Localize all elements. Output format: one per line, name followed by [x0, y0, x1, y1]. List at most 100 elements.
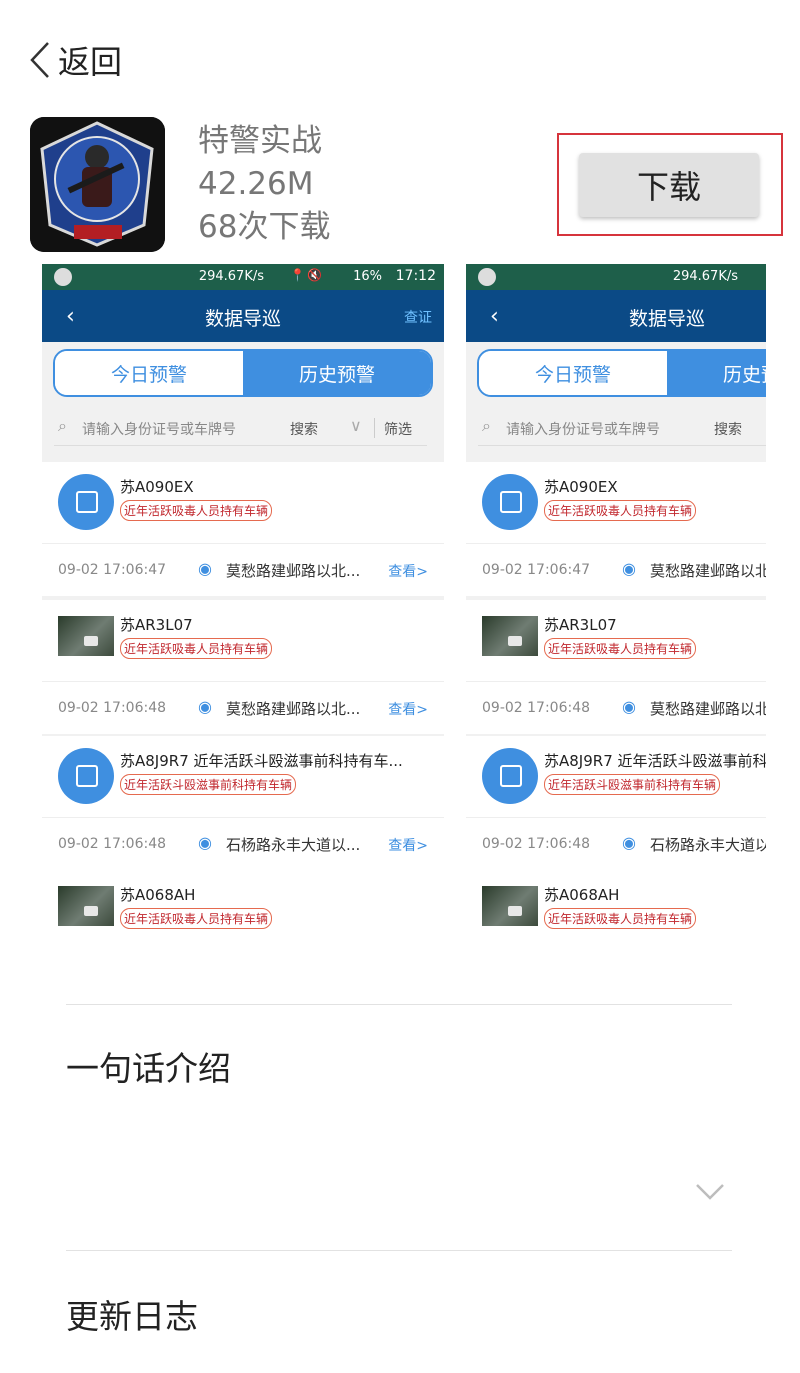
image-placeholder-icon [482, 748, 538, 804]
net-speed: 294.67K/s [198, 269, 264, 284]
location-pin-icon: ◉ [622, 559, 636, 578]
location-pin-icon: ◉ [622, 697, 636, 716]
filter-button: 筛选 [384, 422, 412, 438]
plate-number: 苏AR3L07 [120, 616, 193, 634]
divider [374, 418, 375, 438]
search-placeholder: 请输入身份证号或车牌号 [506, 422, 660, 438]
app-logo-icon [54, 268, 72, 286]
clock: 17:12 [395, 268, 436, 284]
plate-number: 苏A068AH [120, 886, 196, 904]
timestamp: 09-02 17:06:47 [58, 562, 167, 578]
timestamp: 09-02 17:06:48 [58, 700, 167, 716]
app-meta: 特警实战 42.26M 68次下载 [198, 120, 330, 249]
app-name: 特警实战 [198, 123, 322, 159]
police-badge-icon [30, 117, 165, 252]
back-label: 返回 [58, 43, 123, 81]
image-placeholder-icon [58, 474, 114, 530]
screen-title: 数据导巡 [628, 308, 705, 330]
timestamp: 09-02 17:06:48 [58, 836, 167, 852]
location-text: 莫愁路建邺路以北... [226, 562, 361, 580]
alert-tag: 近年活跃吸毒人员持有车辆 [544, 908, 697, 929]
plate-number: 苏AR3L07 [544, 616, 617, 634]
location-text: 石杨路永丰大道以... [650, 836, 766, 854]
list-item: 苏A8J9R7 近年活跃斗殴滋事前科持有车... 近年活跃斗殴滋事前科持有车辆 … [42, 736, 444, 870]
search-button: 搜索 [290, 422, 318, 438]
alert-tag: 近年活跃吸毒人员持有车辆 [544, 638, 697, 659]
app-size: 42.26M [198, 166, 314, 202]
tab-today: 今日预警 [479, 351, 667, 395]
app-screenshot-2[interactable]: 294.67K/s 📍🔇 ‹ 数据导巡 今日预警 历史预警 ⌕ 请输入身份证号或… [466, 264, 766, 934]
location-text: 莫愁路建邺路以北... [226, 700, 361, 718]
search-button: 搜索 [714, 422, 742, 438]
location-text: 莫愁路建邺路以北... [650, 700, 766, 718]
location-pin-icon: ◉ [198, 697, 212, 716]
search-bar: ⌕ 请输入身份证号或车牌号 搜索 ∨ 筛选 [54, 412, 427, 446]
list-item: 苏A090EX 近年活跃吸毒人员持有车辆 09-02 17:06:47 ◉ 莫愁… [42, 462, 444, 596]
vehicle-photo [58, 886, 114, 926]
app-download-count: 68次下载 [198, 209, 331, 245]
location-pin-icon: ◉ [198, 559, 212, 578]
chevron-left-icon [30, 42, 49, 78]
plate-number: 苏A068AH [544, 886, 620, 904]
phone-title-bar: ‹ 数据导巡 查证 [42, 290, 444, 342]
search-icon: ⌕ [58, 416, 67, 435]
phone-title-bar: ‹ 数据导巡 [466, 290, 766, 342]
view-link: 查看> [388, 564, 428, 580]
screen-title: 数据导巡 [204, 308, 281, 330]
chevron-down-icon: ∨ [350, 416, 362, 435]
location-pin-icon: ◉ [622, 833, 636, 852]
app-screenshot-1[interactable]: 294.67K/s 📍🔇 16% 17:12 ‹ 数据导巡 查证 今日预警 历史… [42, 264, 444, 934]
net-speed: 294.67K/s [672, 269, 738, 284]
tab-bar: 今日预警 历史预警 [477, 349, 766, 397]
image-placeholder-icon [482, 474, 538, 530]
view-link: 查看> [388, 702, 428, 718]
divider [66, 1004, 732, 1005]
list-item: 苏AR3L07 近年活跃吸毒人员持有车辆 09-02 17:06:48 ◉ 莫愁… [42, 600, 444, 734]
list-item: 苏AR3L07 近年活跃吸毒人员持有车辆 09-02 17:06:48 ◉ 莫愁… [466, 600, 766, 734]
tab-history: 历史预警 [243, 351, 431, 395]
list-item: 苏A068AH 近年活跃吸毒人员持有车辆 [42, 870, 444, 934]
verify-action: 查证 [404, 310, 432, 326]
plate-number: 苏A8J9R7 近年活跃斗殴滋事前科持有车... [544, 752, 766, 770]
location-text: 石杨路永丰大道以... [226, 836, 361, 854]
timestamp: 09-02 17:06:48 [482, 836, 591, 852]
plate-number: 苏A090EX [120, 478, 194, 496]
alert-tag: 近年活跃吸毒人员持有车辆 [120, 908, 273, 929]
timestamp: 09-02 17:06:47 [482, 562, 591, 578]
plate-number: 苏A8J9R7 近年活跃斗殴滋事前科持有车... [120, 752, 403, 770]
image-placeholder-icon [58, 748, 114, 804]
alert-tag: 近年活跃斗殴滋事前科持有车辆 [544, 774, 721, 795]
phone-status-bar: 294.67K/s 📍🔇 [466, 264, 766, 290]
search-placeholder: 请输入身份证号或车牌号 [82, 422, 236, 438]
list-item: 苏A090EX 近年活跃吸毒人员持有车辆 09-02 17:06:47 ◉ 莫愁… [466, 462, 766, 596]
view-link: 查看> [388, 838, 428, 854]
app-logo-icon [478, 268, 496, 286]
intro-section-title: 一句话介绍 [66, 1049, 231, 1088]
battery-level: 16% [353, 269, 382, 284]
location-pin-icon: ◉ [198, 833, 212, 852]
download-button[interactable]: 下载 [579, 153, 759, 217]
search-bar: ⌕ 请输入身份证号或车牌号 搜索 [478, 412, 766, 446]
phone-status-bar: 294.67K/s 📍🔇 16% 17:12 [42, 264, 444, 290]
search-icon: ⌕ [482, 416, 491, 435]
tab-today: 今日预警 [55, 351, 243, 395]
back-button[interactable]: 返回 [28, 38, 122, 82]
location-text: 莫愁路建邺路以北... [650, 562, 766, 580]
app-icon [30, 117, 165, 252]
expand-chevron-down-icon[interactable] [694, 1182, 726, 1202]
alert-tag: 近年活跃吸毒人员持有车辆 [120, 500, 273, 521]
plate-number: 苏A090EX [544, 478, 618, 496]
tab-history: 历史预警 [667, 351, 766, 395]
vehicle-photo [482, 616, 538, 656]
alert-tag: 近年活跃吸毒人员持有车辆 [544, 500, 697, 521]
alert-tag: 近年活跃斗殴滋事前科持有车辆 [120, 774, 297, 795]
signal-icons: 📍🔇 [290, 268, 324, 282]
changelog-section-title: 更新日志 [66, 1297, 198, 1336]
alert-tag: 近年活跃吸毒人员持有车辆 [120, 638, 273, 659]
tab-bar: 今日预警 历史预警 [53, 349, 433, 397]
divider [66, 1250, 732, 1251]
top-nav: 返回 [0, 0, 800, 118]
list-item: 苏A8J9R7 近年活跃斗殴滋事前科持有车... 近年活跃斗殴滋事前科持有车辆 … [466, 736, 766, 870]
list-item: 苏A068AH 近年活跃吸毒人员持有车辆 [466, 870, 766, 934]
vehicle-photo [482, 886, 538, 926]
